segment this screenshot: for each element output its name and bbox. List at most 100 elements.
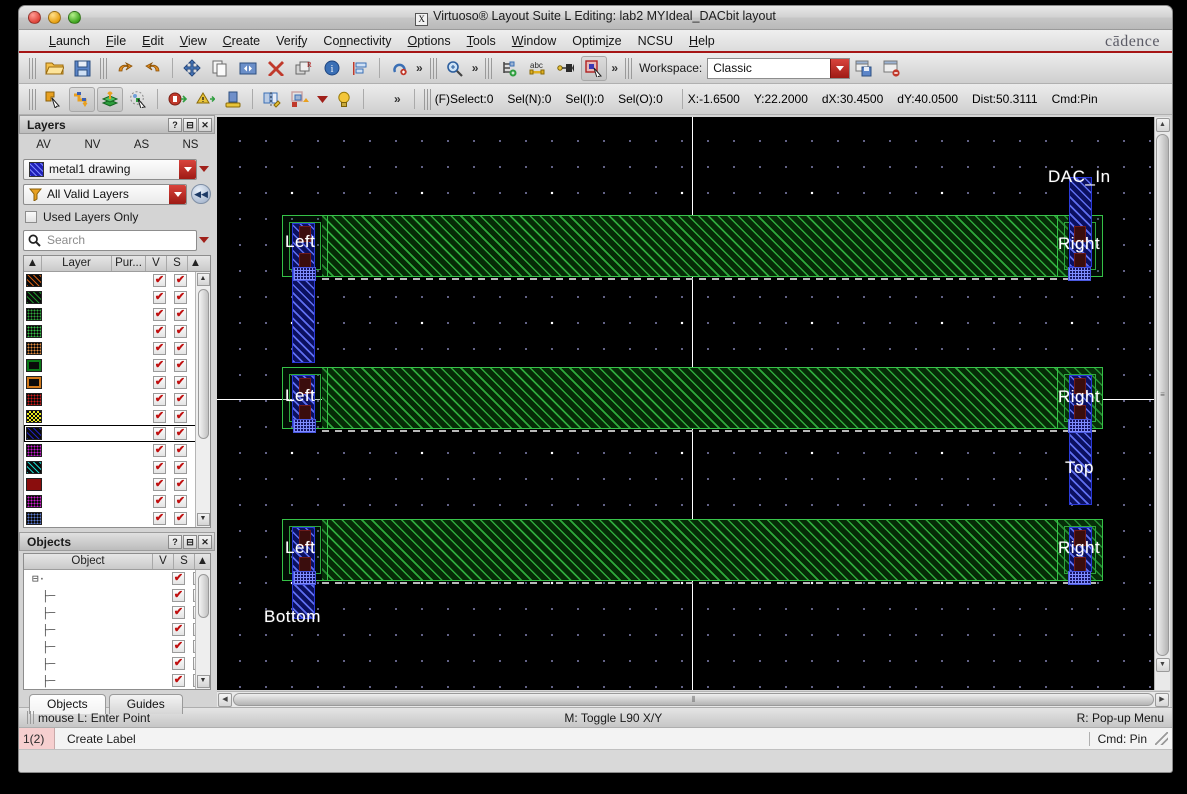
canvas-label-dac-in[interactable]: DAC_In (1048, 167, 1111, 187)
menu-options[interactable]: Options (400, 32, 459, 50)
layer-selectable-toggle[interactable]: ✔ (170, 427, 191, 440)
layer-row-pwell[interactable]: ✔ ✔ (24, 272, 210, 289)
toolbar-grip-4[interactable] (485, 57, 493, 79)
layer-selectable-toggle[interactable]: ✔ (170, 478, 191, 491)
object-row-pathseg[interactable]: ├─✔✔ (24, 655, 210, 672)
object-visible-toggle[interactable]: ✔ (168, 623, 189, 636)
move-icon[interactable] (179, 56, 205, 81)
shape-options-icon[interactable] (287, 87, 313, 112)
layers-col-purpose[interactable]: Pur... (112, 256, 146, 271)
mouse-bar-grip[interactable] (27, 711, 34, 724)
save-icon[interactable] (69, 56, 95, 81)
canvas-label-top[interactable]: Top (1065, 458, 1094, 478)
layer-visible-toggle[interactable]: ✔ (149, 359, 170, 372)
objects-scroll-up-icon[interactable]: ▲ (195, 554, 210, 569)
help-icon[interactable]: ? (168, 117, 182, 132)
layer-row-pselect[interactable]: ✔ ✔ (24, 374, 210, 391)
menu-view[interactable]: View (172, 32, 215, 50)
object-visible-toggle[interactable]: ✔ (168, 674, 189, 687)
layer-row-metal1[interactable]: ✔ ✔ (24, 425, 210, 442)
layer-visible-toggle[interactable]: ✔ (149, 291, 170, 304)
window-resize-grip[interactable] (1155, 732, 1168, 745)
menu-window[interactable]: Window (504, 32, 564, 50)
layer-visible-toggle[interactable]: ✔ (149, 478, 170, 491)
stretch-icon[interactable] (235, 56, 261, 81)
canvas-label-left[interactable]: Left (285, 386, 315, 406)
properties-info-icon[interactable]: i (319, 56, 345, 81)
object-row-polygon[interactable]: ├─✔✔ (24, 672, 210, 689)
mirror-edit-icon[interactable] (259, 87, 285, 112)
menu-edit[interactable]: Edit (134, 32, 172, 50)
objects-vertical-scrollbar[interactable]: ▼ (195, 570, 210, 689)
toolbar-overflow-2[interactable]: » (469, 61, 482, 75)
via-pad[interactable] (293, 267, 316, 281)
object-visible-toggle[interactable]: ✔ (168, 640, 189, 653)
nwell-band[interactable] (322, 519, 1102, 581)
layer-selectable-toggle[interactable]: ✔ (170, 325, 191, 338)
workspace-select[interactable]: Classic (707, 57, 851, 79)
float-panel-icon[interactable]: ⊟ (183, 117, 197, 132)
canvas-label-right[interactable]: Right (1058, 234, 1100, 254)
menu-create[interactable]: Create (215, 32, 269, 50)
sort-asc-icon[interactable]: ▲ (24, 256, 42, 271)
close-icon[interactable]: ✕ (198, 534, 212, 549)
toolbar-overflow-1[interactable]: » (413, 61, 426, 75)
layer-row-active[interactable]: ✔ ✔ (24, 306, 210, 323)
menu-connectivity[interactable]: Connectivity (315, 32, 399, 50)
layer-visible-toggle[interactable]: ✔ (149, 376, 170, 389)
layers-col-v[interactable]: V (146, 256, 167, 271)
chevron-down-icon[interactable] (830, 58, 850, 78)
menu-help[interactable]: Help (681, 32, 723, 50)
layer-row-via2[interactable]: ✔ ✔ (24, 510, 210, 527)
canvas-label-left[interactable]: Left (285, 538, 315, 558)
canvas-horizontal-scrollbar[interactable]: ◀ ⦀ ▶ (217, 691, 1170, 707)
objects-col-object[interactable]: Object (24, 554, 153, 569)
layer-visible-toggle[interactable]: ✔ (149, 274, 170, 287)
via-pad[interactable] (1068, 571, 1091, 585)
menu-tools[interactable]: Tools (459, 32, 504, 50)
via-pad[interactable] (293, 571, 316, 585)
object-row-label[interactable]: ├─✔✔ (24, 621, 210, 638)
layer-selectable-toggle[interactable]: ✔ (170, 274, 191, 287)
object-visible-toggle[interactable]: ✔ (168, 572, 189, 585)
object-row-path[interactable]: ├─✔✔ (24, 638, 210, 655)
undo-group-icon[interactable] (386, 56, 412, 81)
layer-row-elec[interactable]: ✔ ✔ (24, 408, 210, 425)
object-visible-toggle[interactable]: ✔ (168, 657, 189, 670)
menu-optimize[interactable]: Optimize (564, 32, 629, 50)
layers-col-s[interactable]: S (167, 256, 188, 271)
undo-icon[interactable] (112, 56, 138, 81)
menu-file[interactable]: File (98, 32, 134, 50)
nwell-band[interactable] (322, 367, 1102, 429)
layer-selectable-toggle[interactable]: ✔ (170, 342, 191, 355)
scroll-right-icon[interactable]: ▶ (1155, 692, 1169, 707)
layer-visible-toggle[interactable]: ✔ (149, 325, 170, 338)
layer-row-via[interactable]: ✔ ✔ (24, 493, 210, 510)
scroll-up-icon[interactable]: ▲ (1155, 118, 1170, 132)
layer-stack-icon[interactable] (97, 86, 123, 112)
layer-selectable-toggle[interactable]: ✔ (170, 393, 191, 406)
layer-row-metal3[interactable]: ✔ ✔ (24, 459, 210, 476)
canvas-label-left[interactable]: Left (285, 232, 315, 252)
current-layer-menu-icon[interactable] (197, 166, 211, 172)
status-grip[interactable] (423, 88, 431, 110)
canvas-vscroll-thumb[interactable]: ≡ (1156, 134, 1169, 656)
object-row-circleelli[interactable]: ├─✔✔ (24, 587, 210, 604)
layer-visible-toggle[interactable]: ✔ (149, 410, 170, 423)
window-titlebar[interactable]: X Virtuoso® Layout Suite L Editing: lab2 … (19, 6, 1172, 30)
scroll-left-icon[interactable]: ◀ (218, 692, 232, 707)
search-input-wrap[interactable] (23, 229, 197, 251)
objects-col-v[interactable]: V (153, 554, 174, 569)
help-icon[interactable]: ? (168, 534, 182, 549)
select-area-icon[interactable] (125, 87, 151, 112)
scroll-down-icon[interactable]: ▼ (196, 513, 210, 526)
rewind-icon[interactable]: ◀◀ (191, 184, 211, 204)
layer-row-pactive[interactable]: ✔ ✔ (24, 340, 210, 357)
layer-row-cc[interactable]: ✔ ✔ (24, 476, 210, 493)
canvas-hscroll-thumb[interactable]: ⦀ (233, 693, 1154, 706)
toolbar2-grip[interactable] (29, 88, 36, 110)
delete-workspace-icon[interactable] (879, 56, 905, 81)
stop-route-icon[interactable] (164, 87, 190, 112)
copy-icon[interactable] (207, 56, 233, 81)
object-row-shapes[interactable]: ⊟·✔✔ (24, 570, 210, 587)
